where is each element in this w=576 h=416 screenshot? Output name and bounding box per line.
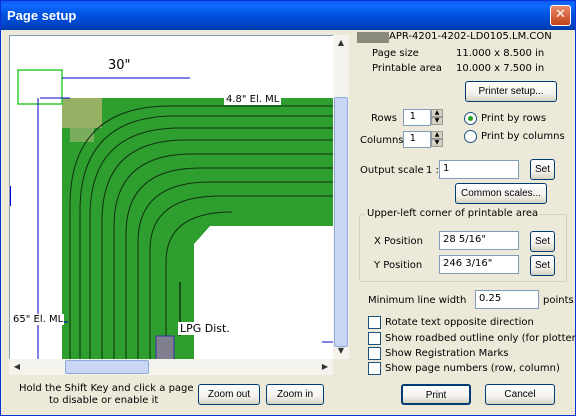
columns-stepper[interactable]: 1 <box>403 131 431 148</box>
set-y-button[interactable]: Set <box>530 255 555 276</box>
print-button[interactable]: Print <box>401 384 471 405</box>
horizontal-scroll-thumb[interactable] <box>65 360 149 374</box>
scroll-corner <box>333 359 349 375</box>
vertical-scrollbar[interactable]: ▲ ▼ <box>333 35 349 359</box>
roadbed-outline-label[interactable]: Show roadbed outline only (for plotters) <box>385 333 576 344</box>
selected-patch <box>62 98 102 128</box>
page-setup-dialog: Page setup ✕ 30" 4.8" El. ML 65" El. ML … <box>0 0 576 416</box>
page-numbers-checkbox[interactable] <box>368 362 381 375</box>
printable-area-value: 10.000 x 7.500 in <box>456 63 545 74</box>
page-size-value: 11.000 x 8.500 in <box>456 48 545 59</box>
lpg-box <box>155 335 175 360</box>
registration-marks-checkbox[interactable] <box>368 347 381 360</box>
ml-top-label: 4.8" El. ML <box>224 94 282 105</box>
print-by-columns-label[interactable]: Print by columns <box>481 131 565 142</box>
page-numbers-label[interactable]: Show page numbers (row, column) <box>385 363 560 374</box>
horizontal-scrollbar[interactable]: ◀ ▶ <box>9 359 333 375</box>
scroll-down-icon[interactable]: ▼ <box>333 343 349 359</box>
selected-patch <box>70 128 94 142</box>
set-x-button[interactable]: Set <box>530 231 555 252</box>
zoom-out-button[interactable]: Zoom out <box>198 384 260 405</box>
rows-stepper[interactable]: 1 <box>403 109 431 126</box>
output-scale-label: Output scale <box>360 165 424 176</box>
close-button[interactable]: ✕ <box>550 5 571 26</box>
zoom-in-button[interactable]: Zoom in <box>266 384 324 405</box>
print-by-rows-label[interactable]: Print by rows <box>481 113 546 124</box>
print-by-columns-radio[interactable] <box>464 130 477 143</box>
columns-label: Columns <box>360 135 404 146</box>
file-name: APR-4201-4202-LD0105.LM.CON <box>389 31 552 42</box>
rows-label: Rows <box>371 113 398 124</box>
printer-setup-button[interactable]: Printer setup... <box>465 81 557 102</box>
lpg-label: LPG Dist. <box>178 322 232 335</box>
page-preview[interactable]: 30" 4.8" El. ML 65" El. ML LPG Dist. <box>9 35 349 375</box>
window-title: Page setup <box>7 8 77 23</box>
scroll-left-icon[interactable]: ◀ <box>9 359 25 375</box>
y-position-label: Y Position <box>374 260 423 271</box>
min-line-width-label: Minimum line width <box>368 295 467 306</box>
x-position-input[interactable]: 28 5/16" <box>439 231 519 250</box>
rotate-text-checkbox[interactable] <box>368 316 381 329</box>
printable-area-label: Printable area <box>372 63 442 74</box>
cancel-button[interactable]: Cancel <box>485 384 555 405</box>
output-scale-input[interactable]: 1 <box>439 160 519 179</box>
page-outline <box>17 69 63 105</box>
print-by-rows-radio[interactable] <box>464 112 477 125</box>
roadbed-outline-checkbox[interactable] <box>368 332 381 345</box>
upper-left-corner-title: Upper-left corner of printable area <box>365 208 541 219</box>
vertical-scroll-thumb[interactable] <box>334 97 348 347</box>
set-scale-button[interactable]: Set <box>530 159 555 180</box>
scroll-right-icon[interactable]: ▶ <box>317 359 333 375</box>
title-bar[interactable]: Page setup <box>1 1 575 30</box>
page-size-label: Page size <box>372 48 419 59</box>
y-position-input[interactable]: 246 3/16" <box>439 255 519 274</box>
ml-left-label: 65" El. ML <box>12 314 65 325</box>
file-name-prefix-redacted <box>357 32 389 43</box>
min-line-width-unit: points <box>543 295 574 306</box>
top-dimension-label: 30" <box>108 58 131 73</box>
min-line-width-input[interactable]: 0.25 <box>475 290 539 309</box>
layout-preview-drawing[interactable] <box>10 36 334 360</box>
layout-area <box>62 98 334 360</box>
common-scales-button[interactable]: Common scales... <box>455 183 547 204</box>
rows-spin-buttons[interactable]: ▲ ▼ <box>431 109 443 126</box>
hint-line-2: to disable or enable it <box>49 395 159 406</box>
hint-line-1: Hold the Shift Key and click a page <box>19 383 194 394</box>
scroll-up-icon[interactable]: ▲ <box>333 35 349 51</box>
registration-marks-label[interactable]: Show Registration Marks <box>385 348 509 359</box>
x-position-label: X Position <box>374 236 423 247</box>
columns-spin-buttons[interactable]: ▲ ▼ <box>431 131 443 148</box>
rotate-text-label[interactable]: Rotate text opposite direction <box>385 317 534 328</box>
output-scale-prefix: 1 : <box>426 165 439 176</box>
